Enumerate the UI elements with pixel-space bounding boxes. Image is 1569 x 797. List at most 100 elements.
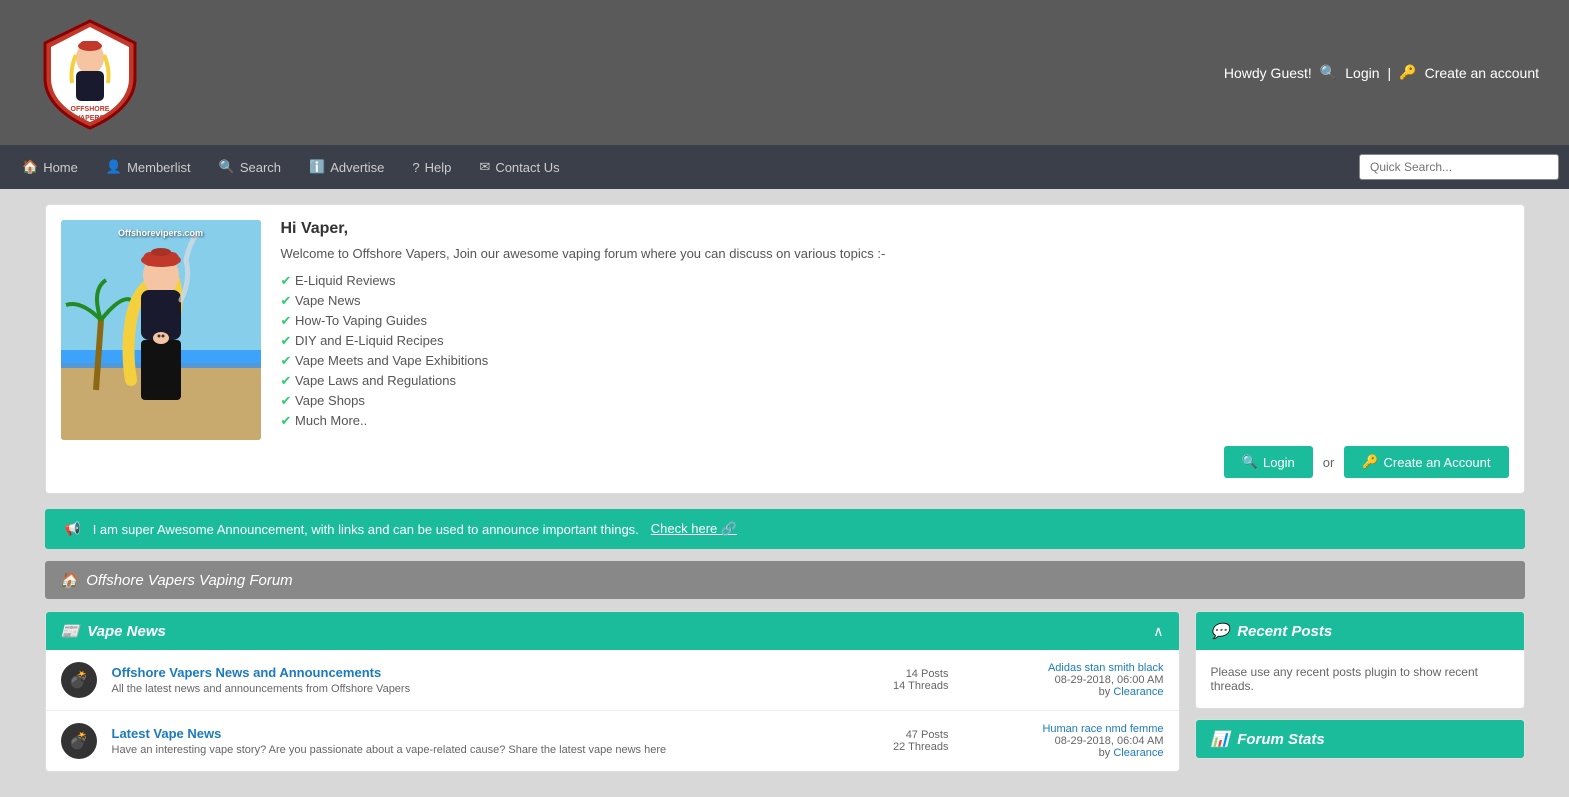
last-post-author-1[interactable]: Clearance xyxy=(1113,747,1163,759)
forum-title-bar: 🏠 Offshore Vapers Vaping Forum xyxy=(45,561,1525,599)
last-post-by-0: by xyxy=(1099,686,1111,698)
last-post-author-0[interactable]: Clearance xyxy=(1113,686,1163,698)
user-icon: 🔍 xyxy=(1320,64,1337,81)
feature-list: E-Liquid Reviews Vape News How-To Vaping… xyxy=(281,271,1509,431)
forum-stats-header: 📊 Forum Stats xyxy=(1196,720,1524,758)
forum-info: Offshore Vapers News and Announcements A… xyxy=(112,665,794,695)
forum-title: Offshore Vapers Vaping Forum xyxy=(86,572,292,589)
search-input[interactable] xyxy=(1359,154,1559,180)
recent-posts-icon: 💬 xyxy=(1211,622,1230,640)
create-account-button[interactable]: 🔑 Create an Account xyxy=(1344,446,1508,478)
nav-memberlist[interactable]: 👤 Memberlist xyxy=(94,153,203,181)
forum-stats-announcements: 14 Posts 14 Threads xyxy=(809,668,949,692)
forum-last-post-announcements: Adidas stan smith black 08-29-2018, 06:0… xyxy=(964,662,1164,698)
last-post-title-1[interactable]: Human race nmd femme xyxy=(1042,723,1163,735)
recent-posts-body: Please use any recent posts plugin to sh… xyxy=(1196,650,1524,708)
nav-contact[interactable]: ✉ Contact Us xyxy=(467,153,571,181)
forum-threads-1: 22 Threads xyxy=(809,741,949,753)
forum-name-latest[interactable]: Latest Vape News xyxy=(112,726,222,741)
forum-status-icon: 💣 xyxy=(61,662,97,698)
login-btn-icon: 🔍 xyxy=(1242,454,1258,470)
last-post-date-0: 08-29-2018, 06:00 AM xyxy=(964,674,1164,686)
last-post-by-1: by xyxy=(1099,747,1111,759)
forum-name-announcements[interactable]: Offshore Vapers News and Announcements xyxy=(112,665,382,680)
feature-item-1: Vape News xyxy=(281,291,1509,311)
feature-item-2: How-To Vaping Guides xyxy=(281,311,1509,331)
nav-search[interactable]: 🔍 Search xyxy=(207,153,293,181)
forum-status-icon-2: 💣 xyxy=(61,723,97,759)
member-icon: 👤 xyxy=(106,159,122,175)
help-icon: ? xyxy=(412,160,419,175)
navbar: 🏠 Home 👤 Memberlist 🔍 Search ℹ️ Advertis… xyxy=(0,145,1569,189)
feature-item-3: DIY and E-Liquid Recipes xyxy=(281,331,1509,351)
create-btn-icon: 🔑 xyxy=(1362,454,1378,470)
announce-link[interactable]: Check here 🔗 xyxy=(651,521,737,537)
search-icon: 🔍 xyxy=(219,159,235,175)
recent-posts-title: Recent Posts xyxy=(1237,623,1332,640)
feature-item-5: Vape Laws and Regulations xyxy=(281,371,1509,391)
feature-item-6: Vape Shops xyxy=(281,391,1509,411)
forum-stats-latest: 47 Posts 22 Threads xyxy=(809,729,949,753)
key-icon: 🔑 xyxy=(1399,64,1416,81)
main-content: Offshorevipers.com xyxy=(25,189,1545,797)
forum-stats-box: 📊 Forum Stats xyxy=(1195,719,1525,759)
header-auth: Howdy Guest! 🔍 Login | 🔑 Create an accou… xyxy=(1224,64,1539,81)
nav-help[interactable]: ? Help xyxy=(400,154,463,181)
character-svg xyxy=(61,220,261,440)
last-post-title-0[interactable]: Adidas stan smith black xyxy=(1048,662,1164,674)
recent-posts-text: Please use any recent posts plugin to sh… xyxy=(1211,665,1509,693)
forum-stats-title: Forum Stats xyxy=(1237,731,1325,748)
advertise-icon: ℹ️ xyxy=(309,159,325,175)
announcement-bar: 📢 I am super Awesome Announcement, with … xyxy=(45,509,1525,549)
welcome-image: Offshorevipers.com xyxy=(61,220,261,440)
recent-posts-box: 💬 Recent Posts Please use any recent pos… xyxy=(1195,611,1525,709)
forum-desc-latest: Have an interesting vape story? Are you … xyxy=(112,744,794,756)
feature-item-0: E-Liquid Reviews xyxy=(281,271,1509,291)
svg-text:OFFSHORE: OFFSHORE xyxy=(71,106,110,113)
welcome-title: Hi Vaper, xyxy=(281,220,1509,238)
section-title-left: 📰 Vape News xyxy=(61,622,166,640)
vape-news-section-icon: 📰 xyxy=(61,622,80,640)
feature-item-7: Much More.. xyxy=(281,411,1509,431)
forum-row-latest-news: 💣 Latest Vape News Have an interesting v… xyxy=(46,711,1179,771)
nav-home[interactable]: 🏠 Home xyxy=(10,153,90,181)
welcome-box: Offshorevipers.com xyxy=(45,204,1525,494)
forum-last-post-latest: Human race nmd femme 08-29-2018, 06:04 A… xyxy=(964,723,1164,759)
login-button[interactable]: 🔍 Login xyxy=(1224,446,1313,478)
forum-threads-0: 14 Threads xyxy=(809,680,949,692)
vape-news-section: 📰 Vape News ∧ 💣 Offshore Vapers News and… xyxy=(45,611,1180,772)
section-header-vape-news: 📰 Vape News ∧ xyxy=(46,612,1179,650)
forum-row-announcements: 💣 Offshore Vapers News and Announcements… xyxy=(46,650,1179,711)
or-text: or xyxy=(1323,455,1335,470)
forum-layout: 📰 Vape News ∧ 💣 Offshore Vapers News and… xyxy=(45,611,1525,782)
forum-posts-0: 14 Posts xyxy=(809,668,949,680)
welcome-actions: 🔍 Login or 🔑 Create an Account xyxy=(281,446,1509,478)
forum-posts-1: 47 Posts xyxy=(809,729,949,741)
recent-posts-header: 💬 Recent Posts xyxy=(1196,612,1524,650)
forum-main: 📰 Vape News ∧ 💣 Offshore Vapers News and… xyxy=(45,611,1180,782)
forum-stats-icon: 📊 xyxy=(1211,730,1230,748)
house-icon: 🏠 xyxy=(60,571,79,589)
announce-icon: 📢 xyxy=(65,521,81,537)
home-icon: 🏠 xyxy=(22,159,38,175)
announce-text: I am super Awesome Announcement, with li… xyxy=(93,522,639,537)
welcome-text-area: Hi Vaper, Welcome to Offshore Vapers, Jo… xyxy=(281,220,1509,478)
site-header: OFFSHORE VAPERS Howdy Guest! 🔍 Login | 🔑… xyxy=(0,0,1569,145)
feature-item-4: Vape Meets and Vape Exhibitions xyxy=(281,351,1509,371)
create-account-link[interactable]: Create an account xyxy=(1425,65,1539,81)
forum-desc-announcements: All the latest news and announcements fr… xyxy=(112,683,794,695)
welcome-image-label: Offshorevipers.com xyxy=(118,228,203,238)
site-logo: OFFSHORE VAPERS xyxy=(30,13,150,133)
nav-advertise[interactable]: ℹ️ Advertise xyxy=(297,153,396,181)
collapse-icon[interactable]: ∧ xyxy=(1153,623,1163,640)
welcome-intro: Welcome to Offshore Vapers, Join our awe… xyxy=(281,246,1509,261)
svg-text:VAPERS: VAPERS xyxy=(76,115,105,122)
contact-icon: ✉ xyxy=(479,159,490,175)
logo-area: OFFSHORE VAPERS xyxy=(30,13,150,133)
login-link[interactable]: Login xyxy=(1345,65,1379,81)
link-icon: 🔗 xyxy=(721,521,737,536)
vape-news-section-title: Vape News xyxy=(87,623,166,640)
greeting-text: Howdy Guest! xyxy=(1224,65,1312,81)
separator: | xyxy=(1388,65,1392,81)
forum-sidebar: 💬 Recent Posts Please use any recent pos… xyxy=(1195,611,1525,782)
